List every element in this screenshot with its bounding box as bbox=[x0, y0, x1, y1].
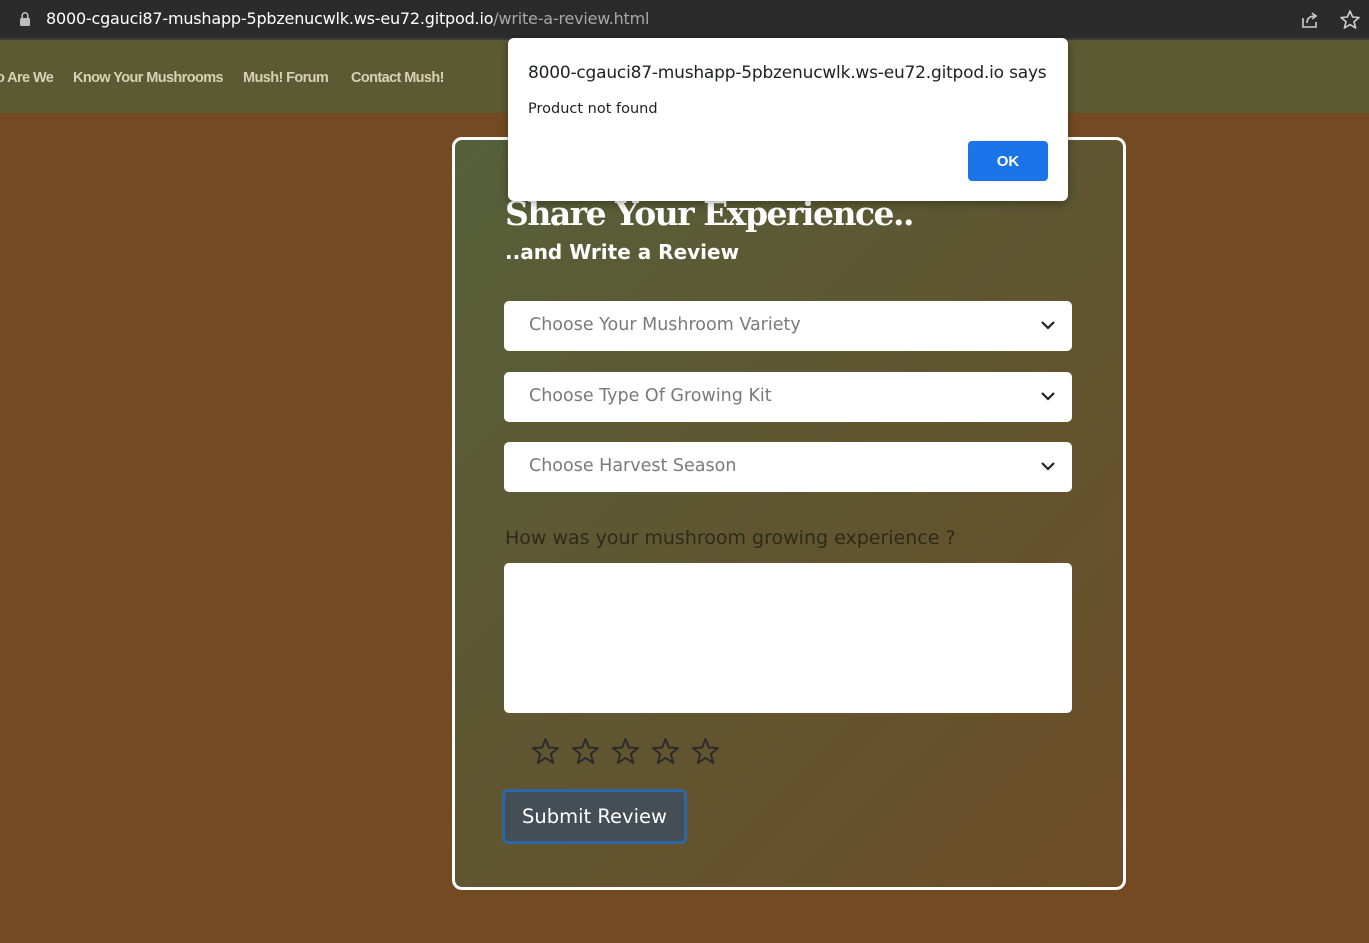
dialog-ok-button[interactable]: OK bbox=[968, 141, 1048, 181]
harvest-season-select[interactable]: Choose Harvest Season bbox=[504, 442, 1072, 492]
page-subtitle: ..and Write a Review bbox=[505, 240, 740, 264]
nav-link-contact-mush[interactable]: Contact Mush! bbox=[351, 70, 444, 86]
rating-star-1-icon[interactable] bbox=[531, 737, 560, 766]
dialog-title: 8000-cgauci87-mushapp-5pbzenucwlk.ws-eu7… bbox=[528, 63, 1047, 83]
chevron-down-icon bbox=[1041, 321, 1055, 330]
submit-review-button[interactable]: Submit Review bbox=[502, 789, 687, 844]
nav-link-mush-forum[interactable]: Mush! Forum bbox=[243, 70, 329, 86]
rating-star-2-icon[interactable] bbox=[571, 737, 600, 766]
select-placeholder: Choose Your Mushroom Variety bbox=[529, 315, 801, 335]
url-field[interactable]: 8000-cgauci87-mushapp-5pbzenucwlk.ws-eu7… bbox=[0, 0, 1369, 38]
dialog-message: Product not found bbox=[528, 101, 658, 117]
alert-dialog: 8000-cgauci87-mushapp-5pbzenucwlk.ws-eu7… bbox=[508, 38, 1068, 201]
mushroom-variety-select[interactable]: Choose Your Mushroom Variety bbox=[504, 301, 1072, 351]
nav-link-who-are-we[interactable]: o Are We bbox=[0, 70, 54, 86]
bookmark-star-icon[interactable] bbox=[1339, 9, 1361, 31]
share-icon[interactable] bbox=[1299, 9, 1321, 31]
select-placeholder: Choose Type Of Growing Kit bbox=[529, 386, 772, 406]
select-placeholder: Choose Harvest Season bbox=[529, 456, 737, 476]
url-text: 8000-cgauci87-mushapp-5pbzenucwlk.ws-eu7… bbox=[46, 9, 649, 28]
browser-address-bar: 8000-cgauci87-mushapp-5pbzenucwlk.ws-eu7… bbox=[0, 0, 1369, 40]
rating-star-4-icon[interactable] bbox=[651, 737, 680, 766]
rating-star-5-icon[interactable] bbox=[691, 737, 720, 766]
review-form-card: Share Your Experience.. ..and Write a Re… bbox=[452, 137, 1126, 890]
url-host: 8000-cgauci87-mushapp-5pbzenucwlk.ws-eu7… bbox=[46, 9, 494, 28]
url-path: /write-a-review.html bbox=[493, 9, 650, 28]
chevron-down-icon bbox=[1041, 462, 1055, 471]
star-rating bbox=[531, 737, 726, 769]
experience-question-label: How was your mushroom growing experience… bbox=[505, 527, 956, 549]
rating-star-3-icon[interactable] bbox=[611, 737, 640, 766]
lock-icon[interactable] bbox=[19, 11, 31, 27]
nav-link-know-your-mushrooms[interactable]: Know Your Mushrooms bbox=[73, 70, 224, 86]
chevron-down-icon bbox=[1041, 392, 1055, 401]
review-textarea[interactable] bbox=[504, 563, 1072, 713]
growing-kit-select[interactable]: Choose Type Of Growing Kit bbox=[504, 372, 1072, 422]
